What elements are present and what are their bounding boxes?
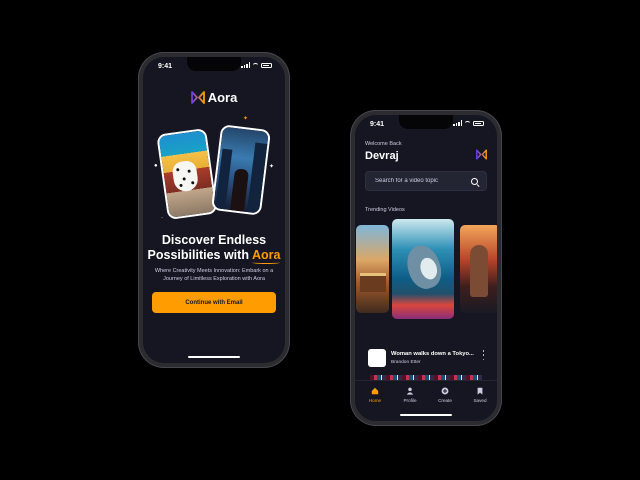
battery-icon — [473, 120, 484, 126]
headline: Discover Endless Possibilities with Aora — [143, 233, 285, 263]
notch — [399, 115, 453, 129]
status-time: 9:41 — [158, 63, 173, 70]
headline-brand: Aora — [251, 248, 281, 262]
home-screen: 9:41 Welcome Back Devraj Trending Videos… — [355, 115, 497, 421]
tab-home[interactable]: Home — [358, 387, 392, 403]
creator-avatar — [368, 349, 386, 367]
app-logo: Aora — [143, 90, 285, 105]
plus-circle-icon — [441, 387, 449, 395]
wifi-icon — [464, 120, 471, 126]
continue-with-email-button[interactable]: Continue with Email — [152, 292, 276, 313]
headline-prefix: Possibilities with — [147, 248, 252, 262]
profile-icon — [406, 387, 414, 395]
tab-home-label: Home — [368, 398, 382, 403]
tab-saved-label: Saved — [473, 398, 487, 403]
trending-video-card[interactable] — [392, 219, 454, 319]
onboarding-screen: 9:41 Aora ✦ ● ✦ · Discover Endless Possi… — [143, 57, 285, 363]
tab-saved[interactable]: Saved — [463, 387, 497, 403]
tab-profile-label: Profile — [403, 398, 417, 403]
sparkle-icon: ● — [154, 163, 158, 169]
wifi-icon — [252, 62, 259, 68]
home-phone: 9:41 Welcome Back Devraj Trending Videos… — [350, 110, 502, 426]
tab-create-label: Create — [438, 398, 452, 403]
trending-video-card[interactable] — [356, 225, 389, 313]
more-options-icon[interactable] — [482, 350, 485, 360]
video-title: Woman walks down a Tokyo... — [391, 351, 474, 357]
user-name: Devraj — [365, 150, 399, 162]
battery-icon — [261, 62, 272, 68]
sparkle-icon: ✦ — [243, 116, 249, 122]
search-bar — [365, 171, 487, 191]
aora-logo-icon — [190, 91, 205, 104]
video-list-item[interactable]: Woman walks down a Tokyo... Brandon Ette… — [365, 348, 487, 368]
status-icons — [453, 120, 484, 126]
hero-card-city — [210, 124, 272, 216]
headline-line1: Discover Endless — [161, 233, 267, 247]
onboarding-phone: 9:41 Aora ✦ ● ✦ · Discover Endless Possi… — [138, 52, 290, 368]
app-name: Aora — [207, 90, 238, 105]
status-time: 9:41 — [370, 121, 385, 128]
trending-video-card[interactable] — [460, 225, 497, 313]
status-icons — [241, 62, 272, 68]
video-author: Brandon Etter — [391, 360, 421, 365]
hero-cards: ✦ ● ✦ · — [143, 116, 285, 223]
signal-icon — [241, 62, 250, 68]
hero-card-dalmatian — [156, 127, 218, 221]
welcome-label: Welcome Back — [365, 141, 402, 147]
tab-create[interactable]: Create — [428, 387, 462, 403]
headline-line2: Possibilities with Aora — [143, 248, 285, 263]
trending-title: Trending Videos — [365, 207, 405, 213]
home-icon — [371, 387, 379, 395]
sparkle-icon: ✦ — [269, 164, 275, 170]
bookmark-icon — [477, 387, 483, 395]
search-input[interactable] — [366, 172, 486, 190]
subtitle: Where Creativity Meets Innovation: Embar… — [154, 268, 274, 282]
home-indicator — [188, 355, 240, 358]
sparkle-icon: · — [161, 215, 163, 221]
notch — [187, 57, 241, 71]
signal-icon — [453, 120, 462, 126]
aora-logo-icon — [476, 149, 487, 160]
search-icon[interactable] — [471, 178, 478, 185]
tab-profile[interactable]: Profile — [393, 387, 427, 403]
home-indicator — [400, 413, 452, 416]
